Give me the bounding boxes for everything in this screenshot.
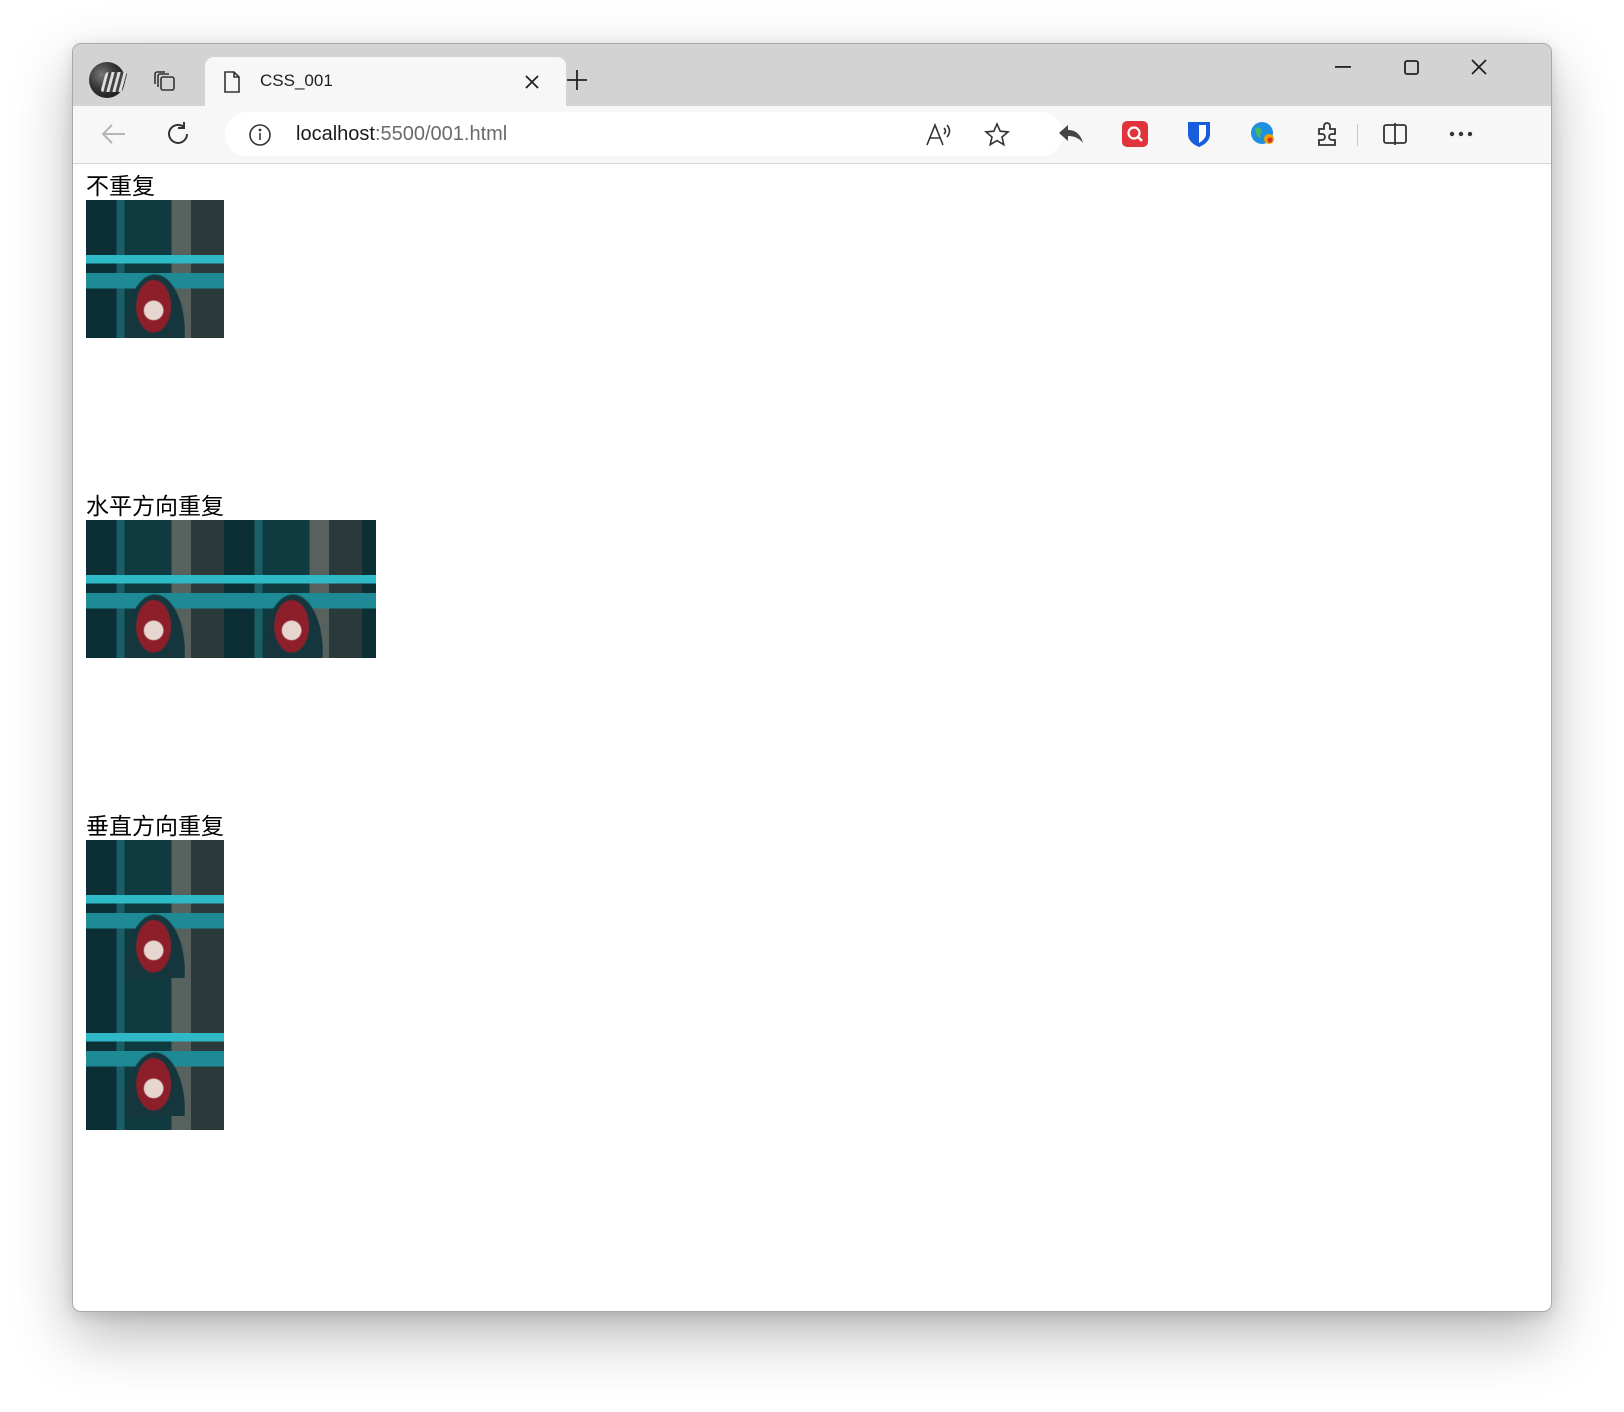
section-label: 不重复	[86, 174, 155, 200]
section-repeat-y: 垂直方向重复	[86, 814, 224, 1130]
info-icon[interactable]	[247, 122, 273, 148]
search-extension-icon[interactable]	[1115, 114, 1155, 154]
star-icon[interactable]	[982, 120, 1012, 150]
extensions-icon[interactable]	[1307, 114, 1347, 154]
back-icon[interactable]	[94, 114, 134, 154]
url-path: :5500/001.html	[374, 123, 508, 145]
minimize-icon[interactable]	[1321, 50, 1365, 84]
background-image-no-repeat	[86, 200, 224, 338]
background-image-repeat-x	[86, 520, 376, 658]
read-aloud-icon[interactable]	[923, 120, 953, 150]
background-image-repeat-y	[86, 840, 224, 1130]
tab-css-001[interactable]: CSS_001	[205, 57, 566, 107]
section-repeat-x: 水平方向重复	[86, 494, 376, 658]
workspaces-icon[interactable]	[147, 64, 183, 100]
maximize-icon[interactable]	[1389, 50, 1433, 84]
document-icon	[221, 70, 243, 94]
bitwarden-icon[interactable]	[1179, 114, 1219, 154]
toolbar-divider	[1357, 124, 1358, 146]
section-no-repeat: 不重复	[86, 174, 224, 338]
close-tab-icon[interactable]	[520, 70, 544, 94]
title-bar: CSS_001	[73, 44, 1551, 107]
share-back-icon[interactable]	[1051, 114, 1091, 154]
url-host: localhost	[296, 123, 375, 145]
section-label: 水平方向重复	[86, 494, 224, 520]
address-bar[interactable]: localhost:5500/001.html	[225, 112, 1063, 156]
plus-icon[interactable]	[559, 62, 595, 98]
browser-toolbar: localhost:5500/001.html	[73, 106, 1551, 164]
page-content: 不重复 水平方向重复 垂直方向重复	[73, 164, 1551, 1311]
tab-title: CSS_001	[260, 71, 333, 90]
browser-window: CSS_001 localhost:5500/001.html 不重复 水平方向…	[72, 43, 1552, 1312]
close-window-icon[interactable]	[1457, 50, 1501, 84]
refresh-icon[interactable]	[158, 114, 198, 154]
url-text[interactable]: localhost:5500/001.html	[296, 123, 507, 146]
profile-avatar[interactable]	[89, 62, 125, 98]
split-screen-icon[interactable]	[1375, 114, 1415, 154]
more-icon[interactable]	[1441, 114, 1481, 154]
globe-extension-icon[interactable]	[1243, 114, 1283, 154]
section-label: 垂直方向重复	[86, 814, 224, 840]
